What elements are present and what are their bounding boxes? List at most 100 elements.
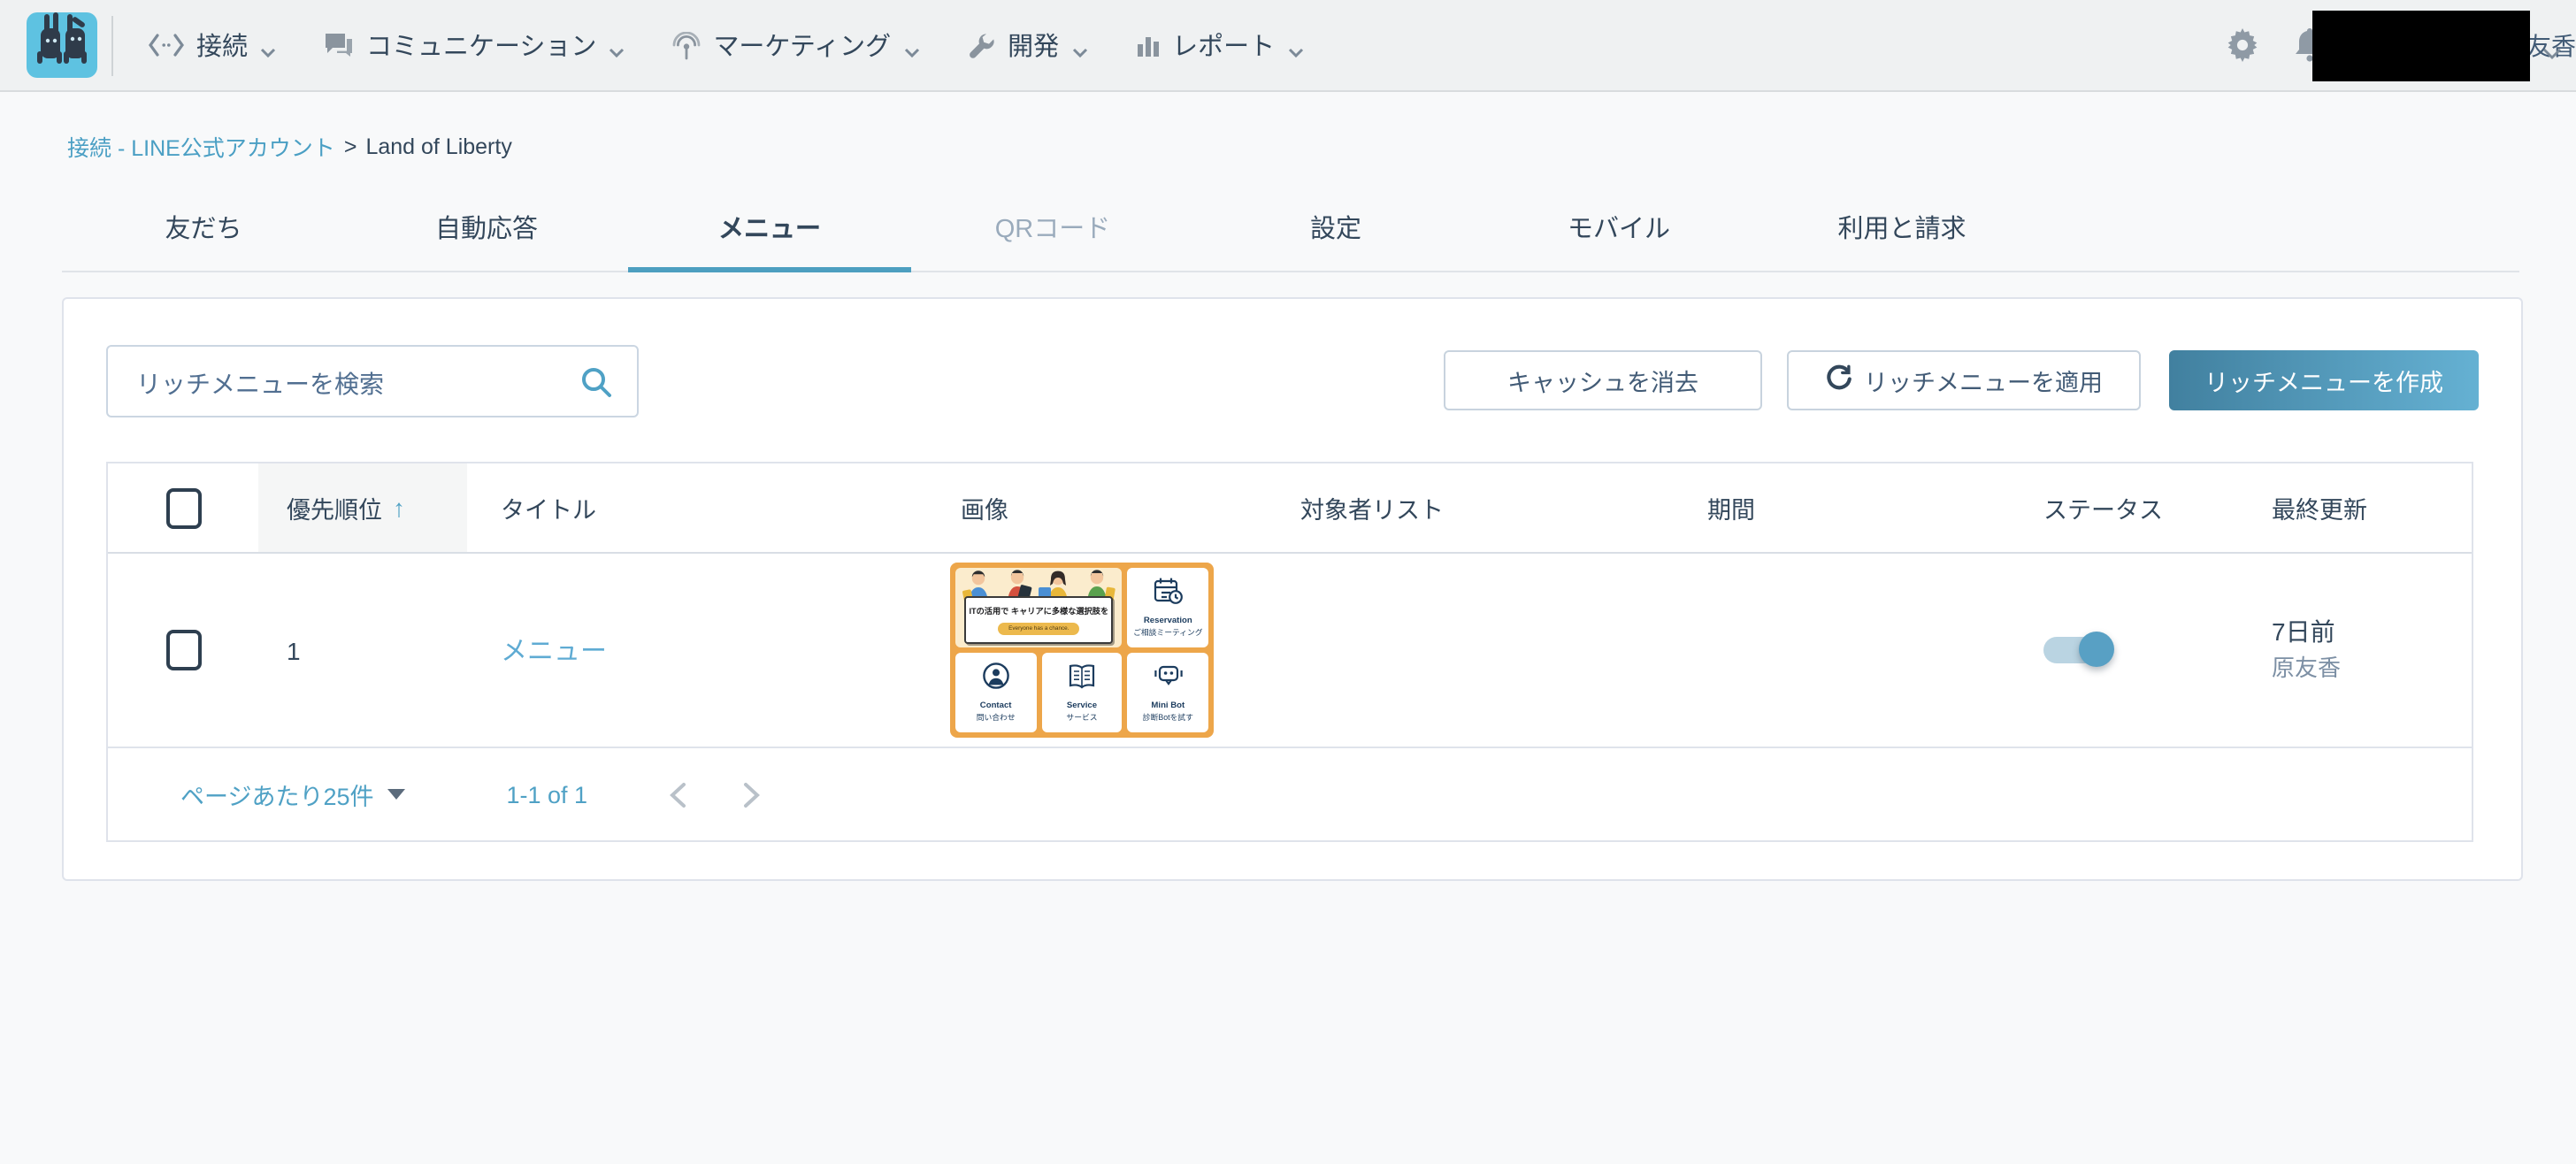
app-logo[interactable] bbox=[27, 12, 97, 78]
calendar-clock-icon bbox=[1153, 577, 1183, 614]
cell-label-en: Mini Bot bbox=[1151, 702, 1185, 711]
period-cell bbox=[1663, 554, 1930, 747]
previous-page-chevron-icon[interactable] bbox=[669, 781, 686, 808]
status-toggle-on[interactable] bbox=[2043, 632, 2114, 667]
apply-button-label: リッチメニューを適用 bbox=[1864, 370, 2103, 396]
rich-menu-cell-reservation: Reservation ご相談ミーティング bbox=[1127, 568, 1208, 647]
tab-auto-reply[interactable]: 自動応答 bbox=[345, 188, 628, 271]
top-navigation-bar: 接続 コミュニケーション マーケティング 開発 レポート bbox=[0, 0, 2576, 92]
tab-usage-billing[interactable]: 利用と請求 bbox=[1760, 188, 2043, 271]
chat-icon bbox=[324, 32, 354, 58]
robot-icon bbox=[1153, 662, 1183, 699]
per-page-label: ページあたり25件 bbox=[180, 784, 374, 810]
cell-label-ja: 問い合わせ bbox=[976, 713, 1016, 722]
breadcrumb-separator: > bbox=[343, 134, 357, 158]
cell-label-ja: 診断Botを試す bbox=[1142, 713, 1193, 722]
column-label: 優先順位 bbox=[287, 497, 382, 524]
chevron-down-icon bbox=[609, 36, 625, 57]
redacted-account-name bbox=[2312, 11, 2530, 81]
updated-by: 原友香 bbox=[2272, 655, 2342, 682]
nav-item-marketing[interactable]: マーケティング bbox=[672, 27, 919, 64]
chevron-down-icon bbox=[1287, 36, 1303, 57]
create-rich-menu-button[interactable]: リッチメニューを作成 bbox=[2169, 350, 2479, 410]
rich-menu-table: 優先順位 ↑ タイトル 画像 対象者リスト 期間 ステータス 最終更新 1 メニ… bbox=[106, 462, 2473, 842]
tab-qr-code[interactable]: QRコード bbox=[911, 188, 1194, 271]
breadcrumb: 接続 - LINE公式アカウント > Land of Liberty bbox=[67, 129, 2576, 163]
broadcast-icon bbox=[672, 31, 701, 59]
table-header-row: 優先順位 ↑ タイトル 画像 対象者リスト 期間 ステータス 最終更新 bbox=[108, 463, 2472, 554]
nav-item-connect[interactable]: 接続 bbox=[149, 27, 276, 64]
hero-banner-pill: Everyone has a chance. bbox=[998, 623, 1080, 635]
tab-menu[interactable]: メニュー bbox=[628, 188, 911, 272]
topbar-divider bbox=[111, 15, 113, 75]
row-checkbox-cell bbox=[108, 554, 258, 747]
nav-label: レポート bbox=[1172, 34, 1276, 62]
chevron-down-icon bbox=[903, 36, 919, 57]
page-tabs: 友だち 自動応答 メニュー QRコード 設定 モバイル 利用と請求 bbox=[62, 188, 2519, 272]
rich-menu-hero-cell: ITの活用で キャリアに多様な選択肢を Everyone has a chanc… bbox=[955, 568, 1123, 647]
rich-menu-cell-minibot: Mini Bot 診断Botを試す bbox=[1127, 653, 1208, 732]
cell-label-en: Service bbox=[1066, 701, 1098, 710]
search-input[interactable] bbox=[133, 347, 582, 419]
priority-cell: 1 bbox=[287, 636, 301, 664]
search-box bbox=[106, 345, 639, 419]
rich-menu-card: キャッシュを消去 リッチメニューを適用 リッチメニューを作成 優 bbox=[62, 297, 2523, 881]
nav-label: 接続 bbox=[196, 34, 248, 62]
nav-item-reports[interactable]: レポート bbox=[1135, 27, 1303, 64]
apply-rich-menu-button[interactable]: リッチメニューを適用 bbox=[1787, 350, 2141, 410]
breadcrumb-current: Land of Liberty bbox=[365, 134, 512, 158]
rich-menu-thumbnail[interactable]: ITの活用で キャリアに多様な選択肢を Everyone has a chanc… bbox=[950, 563, 1214, 738]
rich-menu-title-link[interactable]: メニュー bbox=[501, 632, 607, 669]
nav-label: コミュニケーション bbox=[366, 34, 597, 62]
image-cell: ITの活用で キャリアに多様な選択肢を Everyone has a chanc… bbox=[924, 554, 1258, 747]
status-cell bbox=[1930, 554, 2201, 747]
column-header-priority[interactable]: 優先順位 ↑ bbox=[258, 463, 467, 552]
table-row: 1 メニュー ITの活用で キャリアに多様な選択肢を Everyone has … bbox=[108, 554, 2472, 748]
nav-label: 開発 bbox=[1008, 34, 1060, 62]
bunny-logo-icon bbox=[32, 12, 92, 78]
header-checkbox-cell bbox=[108, 463, 258, 552]
app-viewport: 接続 コミュニケーション マーケティング 開発 レポート 接続 - LINE公式… bbox=[0, 0, 2576, 1164]
nav-item-communication[interactable]: コミュニケーション bbox=[324, 27, 625, 64]
toolbar: キャッシュを消去 リッチメニューを適用 リッチメニューを作成 bbox=[106, 345, 2479, 419]
settings-gear-icon[interactable] bbox=[2225, 27, 2260, 63]
tab-friends[interactable]: 友だち bbox=[62, 188, 345, 271]
next-page-chevron-icon[interactable] bbox=[743, 781, 761, 808]
toggle-knob bbox=[2079, 632, 2114, 667]
select-all-checkbox[interactable] bbox=[165, 487, 201, 528]
breadcrumb-link[interactable]: 接続 - LINE公式アカウント bbox=[67, 129, 335, 163]
cell-label-ja: サービス bbox=[1066, 712, 1098, 721]
column-header-updated[interactable]: 最終更新 bbox=[2201, 463, 2472, 552]
pagination-row: ページあたり25件 1-1 of 1 bbox=[108, 748, 2472, 840]
bar-chart-icon bbox=[1135, 33, 1160, 57]
pagination-range: 1-1 of 1 bbox=[506, 781, 588, 808]
per-page-dropdown[interactable]: ページあたり25件 bbox=[180, 777, 406, 812]
tab-mobile[interactable]: モバイル bbox=[1477, 188, 1760, 271]
column-header-audience[interactable]: 対象者リスト bbox=[1258, 463, 1663, 552]
column-header-period[interactable]: 期間 bbox=[1663, 463, 1930, 552]
column-header-image[interactable]: 画像 bbox=[924, 463, 1258, 552]
refresh-icon bbox=[1825, 364, 1852, 396]
chevron-down-icon bbox=[1071, 36, 1087, 57]
chevron-down-icon bbox=[260, 36, 276, 57]
cell-label-en: Contact bbox=[979, 702, 1012, 711]
nav-item-development[interactable]: 開発 bbox=[967, 27, 1087, 64]
user-menu-chevron-icon[interactable] bbox=[2542, 37, 2562, 69]
updated-ago: 7日前 bbox=[2272, 617, 2335, 647]
column-header-status[interactable]: ステータス bbox=[1930, 463, 2201, 552]
row-checkbox[interactable] bbox=[165, 630, 201, 670]
search-icon[interactable] bbox=[580, 366, 612, 407]
rich-menu-cell-service: Service サービス bbox=[1041, 653, 1123, 732]
code-icon bbox=[149, 34, 184, 57]
open-book-icon bbox=[1067, 662, 1097, 698]
rich-menu-cell-contact: Contact 問い合わせ bbox=[955, 653, 1037, 732]
hero-banner-title: ITの活用で キャリアに多様な選択肢を bbox=[969, 607, 1109, 616]
tab-settings[interactable]: 設定 bbox=[1194, 188, 1477, 271]
contact-person-icon bbox=[982, 662, 1010, 699]
wrench-icon bbox=[967, 31, 995, 59]
clear-cache-button[interactable]: キャッシュを消去 bbox=[1444, 350, 1762, 410]
dropdown-triangle-icon bbox=[387, 789, 406, 800]
sort-ascending-arrow-icon: ↑ bbox=[393, 494, 405, 522]
column-header-title[interactable]: タイトル bbox=[467, 463, 924, 552]
main-nav: 接続 コミュニケーション マーケティング 開発 レポート bbox=[149, 27, 1303, 64]
